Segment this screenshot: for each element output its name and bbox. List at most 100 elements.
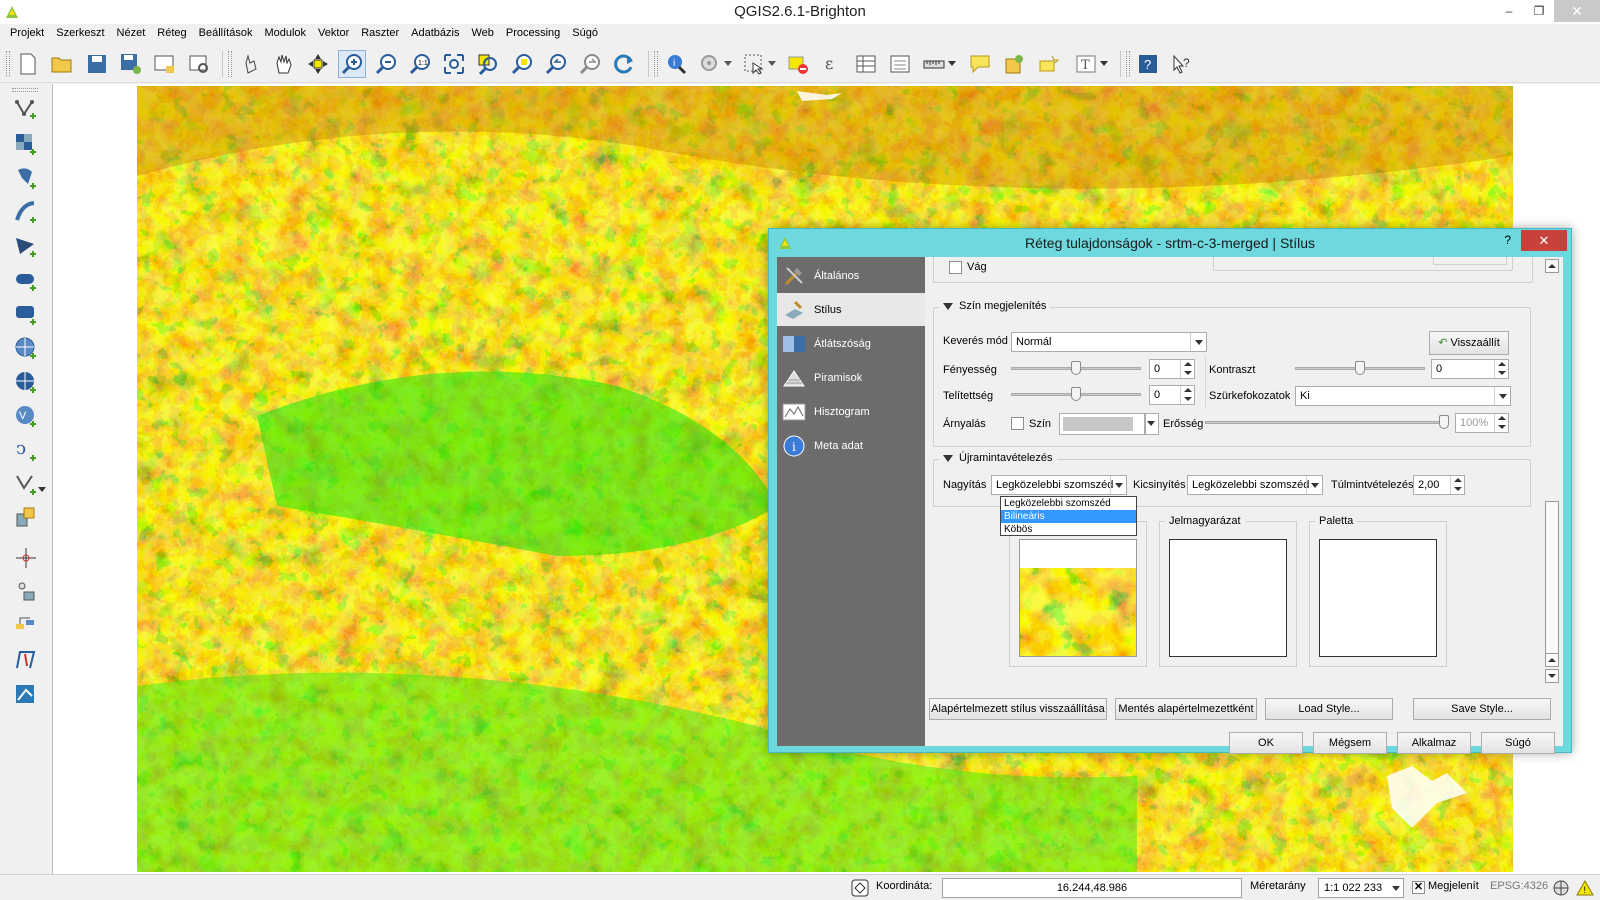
- crs-globe-icon[interactable]: [1552, 879, 1570, 897]
- select-icon[interactable]: [740, 50, 768, 78]
- menu-szerkeszt[interactable]: Szerkeszt: [50, 24, 110, 45]
- dialog-title-bar[interactable]: Réteg tulajdonságok - srtm-c-3-merged | …: [769, 229, 1571, 257]
- spin-arrows-icon[interactable]: [1180, 386, 1194, 404]
- grayscale-select[interactable]: Ki: [1295, 386, 1511, 406]
- measure-dropdown-icon[interactable]: [946, 50, 958, 78]
- new-project-icon[interactable]: [14, 50, 42, 78]
- statistics-icon[interactable]: [886, 50, 914, 78]
- add-postgis-layer-icon[interactable]: [12, 164, 40, 192]
- gps-tools-icon[interactable]: [12, 544, 40, 572]
- save-as-icon[interactable]: [117, 50, 145, 78]
- render-checkbox[interactable]: ✕: [1412, 881, 1425, 894]
- messages-warning-icon[interactable]: !: [1576, 879, 1594, 897]
- zoom-full-icon[interactable]: [440, 50, 468, 78]
- dropdown-option-cubic[interactable]: Köbös: [1001, 523, 1136, 536]
- color-button[interactable]: [1059, 413, 1145, 435]
- bookmark-icon[interactable]: [1000, 50, 1028, 78]
- add-spatialite-layer-icon[interactable]: [12, 198, 40, 226]
- text-annotation-icon[interactable]: T: [1072, 50, 1100, 78]
- scroll-up-button[interactable]: [1545, 259, 1559, 273]
- dropdown-option-nearest[interactable]: Legközelebbi szomszéd: [1001, 497, 1136, 510]
- save-project-icon[interactable]: [83, 50, 111, 78]
- select-dropdown-icon[interactable]: [766, 50, 778, 78]
- colorize-checkbox[interactable]: [1011, 417, 1024, 430]
- color-dropdown-arrow[interactable]: [1145, 413, 1159, 435]
- clip-checkbox[interactable]: [949, 261, 962, 274]
- close-window-button[interactable]: ✕: [1554, 0, 1600, 22]
- menu-web[interactable]: Web: [465, 24, 499, 45]
- menu-modulok[interactable]: Modulok: [258, 24, 312, 45]
- spin-arrows-icon[interactable]: [1494, 414, 1508, 432]
- menu-reteg[interactable]: Réteg: [151, 24, 192, 45]
- zoom-last-icon[interactable]: [542, 50, 570, 78]
- contrast-slider[interactable]: [1295, 361, 1425, 375]
- scroll-thumb[interactable]: [1545, 501, 1559, 661]
- dialog-help-icon[interactable]: ?: [1504, 233, 1511, 247]
- load-style-button[interactable]: Load Style...: [1265, 698, 1393, 720]
- zoom-in-resample-select[interactable]: Legközelebbi szomszéd: [991, 475, 1127, 495]
- zoom-actual-size-icon[interactable]: 1:1: [406, 50, 434, 78]
- pan-icon[interactable]: [270, 50, 298, 78]
- help-icon[interactable]: ?: [1134, 50, 1162, 78]
- strength-spinbox[interactable]: 100%: [1455, 413, 1509, 433]
- pan-to-selection-icon[interactable]: [304, 50, 332, 78]
- dialog-close-button[interactable]: ✕: [1521, 230, 1567, 251]
- open-project-icon[interactable]: [48, 50, 76, 78]
- maximize-button[interactable]: ❐: [1524, 0, 1554, 22]
- georeferencer-icon[interactable]: [12, 504, 40, 532]
- scroll-down-button[interactable]: [1545, 669, 1559, 683]
- zoom-to-layer-icon[interactable]: [474, 50, 502, 78]
- spin-arrows-icon[interactable]: [1180, 360, 1194, 378]
- brightness-spinbox[interactable]: 0: [1149, 359, 1195, 379]
- saturation-spinbox[interactable]: 0: [1149, 385, 1195, 405]
- spin-arrows-icon[interactable]: [1450, 476, 1464, 494]
- saturation-slider[interactable]: [1011, 387, 1141, 401]
- top-partial-button[interactable]: [1433, 257, 1507, 265]
- add-vector-layer-icon[interactable]: [12, 96, 40, 124]
- map-tool-icon[interactable]: [12, 680, 40, 708]
- measure-icon[interactable]: [920, 50, 948, 78]
- add-raster-layer-icon[interactable]: [12, 130, 40, 158]
- menu-projekt[interactable]: Projekt: [4, 24, 50, 45]
- help-button[interactable]: Súgó: [1481, 732, 1555, 754]
- tab-style[interactable]: Stílus: [777, 293, 925, 326]
- field-calculator-icon[interactable]: ε: [818, 50, 846, 78]
- add-delimited-text-icon[interactable]: V: [12, 402, 40, 430]
- zoom-out-resample-select[interactable]: Legközelebbi szomszéd: [1187, 475, 1323, 495]
- add-mssql-layer-icon[interactable]: [12, 232, 40, 260]
- new-shapefile-icon[interactable]: ↄ: [12, 436, 40, 464]
- deselect-icon[interactable]: [784, 50, 812, 78]
- action-dropdown-icon[interactable]: [722, 50, 734, 78]
- resampling-title[interactable]: Újramintavételezés: [939, 452, 1057, 464]
- save-style-button[interactable]: Save Style...: [1413, 698, 1551, 720]
- touch-zoom-icon[interactable]: [236, 50, 264, 78]
- refresh-icon[interactable]: [610, 50, 638, 78]
- menu-vektor[interactable]: Vektor: [312, 24, 355, 45]
- coordinate-field[interactable]: 16.244,48.986: [942, 878, 1242, 898]
- ok-button[interactable]: OK: [1229, 732, 1303, 754]
- spin-arrows-icon[interactable]: [1494, 360, 1508, 378]
- road-graph-icon[interactable]: [12, 646, 40, 674]
- scroll-up-button-bottom[interactable]: [1545, 653, 1559, 667]
- scale-combo[interactable]: 1:1 022 233: [1318, 878, 1404, 898]
- menu-nezet[interactable]: Nézet: [111, 24, 152, 45]
- spatial-bookmarks-icon[interactable]: [1034, 50, 1062, 78]
- menu-adatbazis[interactable]: Adatbázis: [405, 24, 465, 45]
- menu-processing[interactable]: Processing: [500, 24, 566, 45]
- crs-label[interactable]: EPSG:4326: [1490, 880, 1548, 892]
- identify-icon[interactable]: i: [662, 50, 690, 78]
- minimize-button[interactable]: –: [1494, 0, 1524, 22]
- reset-button[interactable]: ↶ Visszaállít: [1429, 331, 1509, 355]
- tab-general[interactable]: Általános: [777, 259, 925, 292]
- add-wfs-layer-icon[interactable]: [12, 368, 40, 396]
- add-wcs-layer-icon[interactable]: [12, 334, 40, 362]
- coordinate-capture-icon[interactable]: [12, 578, 40, 606]
- toggle-extents-icon[interactable]: [850, 878, 870, 898]
- annotation-icon[interactable]: [966, 50, 994, 78]
- save-as-default-button[interactable]: Mentés alapértelmezettként: [1115, 698, 1257, 720]
- blend-mode-select[interactable]: Normál: [1011, 332, 1207, 352]
- zoom-in-icon[interactable]: [338, 50, 366, 78]
- add-virtual-layer-icon[interactable]: [12, 470, 40, 498]
- add-wms-layer-icon[interactable]: [12, 300, 40, 328]
- annotation-dropdown-icon[interactable]: [1098, 50, 1110, 78]
